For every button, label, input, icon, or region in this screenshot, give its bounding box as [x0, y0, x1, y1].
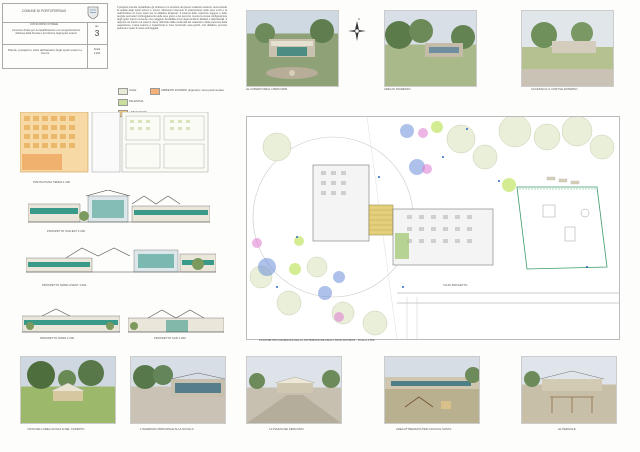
- north-arrow-icon: N: [347, 17, 367, 42]
- render-pergolas: [521, 356, 617, 424]
- sheet-number: 3: [94, 29, 100, 38]
- caption-view-bottom-3: LA PIAZZA DEI PERCORSI: [269, 427, 304, 431]
- render-paths-square: [246, 356, 342, 424]
- legend-label-palestra: PALESTRA: [129, 99, 144, 103]
- legend-swatch-aule: [118, 88, 128, 95]
- legend-label-aule: AULE: [129, 88, 137, 92]
- render-play-rest-area: [384, 356, 480, 424]
- caption-site-plan: PLANIMETRIA GENERALE DELLA SISTEMAZIONE …: [259, 338, 375, 342]
- render-main-entrance: [130, 356, 226, 424]
- title-block: COMUNE DI PORTOFERRAIO CONCORSO D'IDEE C…: [2, 3, 108, 69]
- caption-view-bottom-2: L'INGRESSO PRINCIPALE ALLA SCUOLA: [140, 427, 194, 431]
- render-entrance-area: [384, 10, 477, 87]
- caption-view-bottom-4: AREA ATTREZZATA PER GIOCHI E SOSTA: [396, 427, 452, 431]
- caption-elev-1: PROSPETTO SUD-EST 1:200: [47, 229, 85, 233]
- legend-label-external: AMBIENTI ESTERNI (legenda) / area pavime…: [161, 88, 224, 92]
- ground-floor-plan: [19, 111, 210, 174]
- caption-view-bottom-1: VISTA DELL'AREA GIOCHI E DEL COPERTO: [27, 427, 85, 431]
- presentation-sheet: COMUNE DI PORTOFERRAIO CONCORSO D'IDEE C…: [0, 0, 640, 452]
- sheet-label: tav.: [95, 25, 99, 28]
- north-label: N: [358, 17, 361, 21]
- render-roof-paths: [246, 10, 339, 87]
- render-access-courtyard: [521, 10, 614, 87]
- site-plan: VIA DI PROGETTO: [246, 116, 620, 340]
- sheet-subtitle: Pianta, prospetti e vista dell'assetto d…: [7, 48, 83, 56]
- contest-description: Concorso d'idee per la riqualificazione …: [11, 29, 81, 36]
- elevation-north-west: [25, 240, 217, 276]
- caption-view-bottom-5: LE PERGOLE: [558, 427, 576, 431]
- caption-plan: PIANTA PIANO TERRA 1:200: [33, 180, 71, 184]
- municipality-name: COMUNE DI PORTOFERRAIO: [21, 9, 67, 13]
- coat-of-arms-icon: [87, 6, 99, 20]
- caption-elev-2: PROSPETTO NORD-OVEST 1:200: [42, 283, 87, 287]
- elevation-south: [127, 306, 225, 334]
- elevation-south-east: [27, 189, 211, 226]
- caption-view-top-3: ACCESSO E IL CORTILE ESTERNO: [531, 87, 578, 91]
- contest-label: CONCORSO D'IDEE: [29, 22, 59, 26]
- project-description: Il progetto intende riqualificare gli am…: [117, 6, 227, 31]
- caption-view-top-2: AREA DI INGRESSO: [384, 87, 411, 91]
- scale-value: 1:200: [93, 52, 101, 55]
- site-road-label: VIA DI PROGETTO: [443, 283, 468, 287]
- caption-elev-4: PROSPETTO SUD 1:200: [154, 336, 186, 340]
- legend-swatch-external: [150, 88, 160, 95]
- caption-elev-3: PROSPETTO NORD 1:200: [40, 336, 74, 340]
- elevation-north: [21, 306, 121, 334]
- render-play-area: [20, 356, 116, 424]
- caption-view-top-1: LE COPERTURE E I PERCORSI: [246, 87, 288, 91]
- scale-label: Scala: [93, 48, 101, 51]
- legend-swatch-palestra: [118, 99, 128, 106]
